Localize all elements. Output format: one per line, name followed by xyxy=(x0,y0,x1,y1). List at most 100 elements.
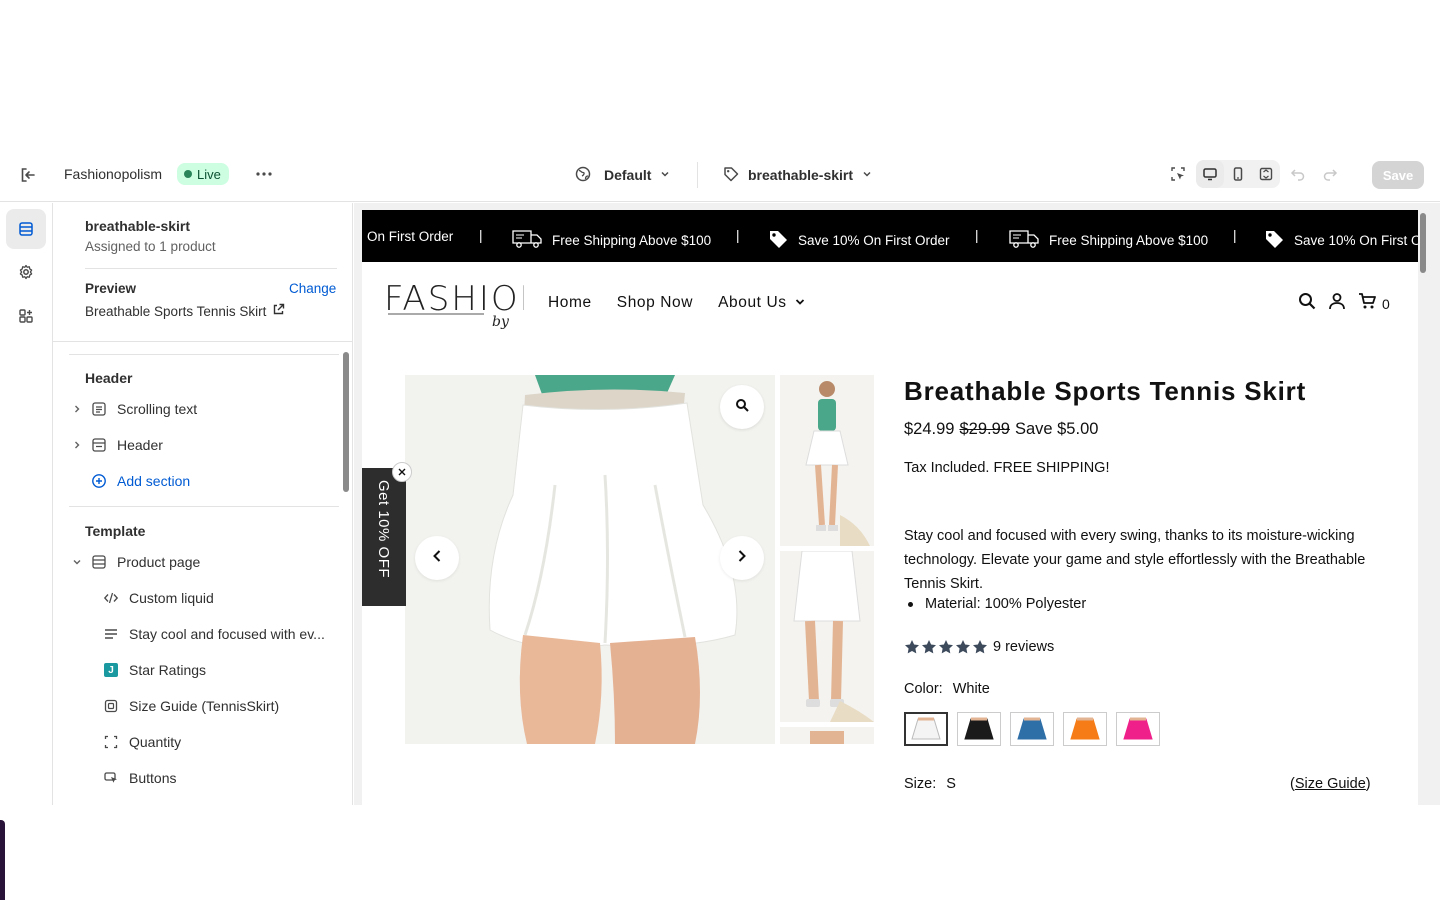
discount-popup-tab[interactable]: Get 10% OFF xyxy=(362,462,412,606)
preview-product-name: Breathable Sports Tennis Skirt xyxy=(85,303,267,319)
star-rating[interactable]: 9 reviews xyxy=(904,639,1054,655)
size-guide-label: Size Guide xyxy=(1294,776,1366,792)
external-link-icon xyxy=(272,303,285,319)
add-section-label: Add section xyxy=(117,473,191,489)
nav-home[interactable]: Home xyxy=(548,294,592,312)
store-logo[interactable]: FASHION by xyxy=(384,278,545,330)
preview-product-link[interactable]: Breathable Sports Tennis Skirt xyxy=(85,303,285,319)
block-quantity[interactable]: Quantity xyxy=(101,727,341,757)
window-edge xyxy=(0,820,5,900)
preview-label: Preview xyxy=(85,281,137,296)
sections-list[interactable]: Header Scrolling text Header Add section… xyxy=(53,341,352,805)
product-description: Stay cool and focused with every swing, … xyxy=(904,528,1366,592)
separator: | xyxy=(975,228,979,243)
size-label: Size: xyxy=(904,776,937,792)
paren: ) xyxy=(1365,776,1371,792)
block-buttons[interactable]: Buttons xyxy=(101,763,341,793)
section-header[interactable]: Header xyxy=(69,430,339,460)
block-label: Quantity xyxy=(129,734,182,750)
editor-rail xyxy=(0,203,53,805)
settings-icon[interactable] xyxy=(6,252,46,292)
star-icon xyxy=(956,640,970,654)
main-nav: Home Shop Now About Us xyxy=(548,294,805,312)
redo-icon[interactable] xyxy=(1316,160,1344,188)
announcement-item[interactable]: Free Shipping Above $100 xyxy=(1009,229,1208,252)
product-section-icon xyxy=(89,552,109,572)
announcement-text: Save 10% On First O xyxy=(1294,233,1418,248)
color-swatch[interactable] xyxy=(904,712,948,746)
color-swatches xyxy=(904,712,1160,746)
block-label: Stay cool and focused with ev... xyxy=(129,626,325,642)
block-custom-liquid[interactable]: Custom liquid xyxy=(101,583,341,613)
fullscreen-icon[interactable] xyxy=(1252,160,1280,188)
quantity-icon xyxy=(101,732,121,752)
chevron-down-icon[interactable] xyxy=(69,554,85,570)
thumbnail-image[interactable] xyxy=(780,375,874,546)
announcement-item[interactable]: Save 10% On First O xyxy=(1264,229,1418,252)
search-icon[interactable] xyxy=(1298,292,1316,315)
color-swatch[interactable] xyxy=(1010,712,1054,746)
block-text[interactable]: Stay cool and focused with ev... xyxy=(101,619,341,649)
desktop-icon[interactable] xyxy=(1196,160,1224,188)
block-size-guide[interactable]: Size Guide (TennisSkirt) xyxy=(101,691,341,721)
color-swatch[interactable] xyxy=(1116,712,1160,746)
chevron-down-icon xyxy=(659,167,671,183)
next-image-button[interactable] xyxy=(720,536,764,580)
sidebar-scrollbar[interactable] xyxy=(343,352,349,492)
size-value: S xyxy=(946,776,956,792)
zoom-icon xyxy=(735,398,749,417)
block-label: Star Ratings xyxy=(129,662,207,678)
template-select[interactable]: breathable-skirt xyxy=(722,162,873,188)
undo-icon[interactable] xyxy=(1284,160,1312,188)
save-button[interactable]: Save xyxy=(1372,161,1424,189)
mobile-icon[interactable] xyxy=(1224,160,1252,188)
cart-icon[interactable] xyxy=(1358,292,1376,315)
block-star-ratings[interactable]: J Star Ratings xyxy=(101,655,341,685)
exit-icon[interactable] xyxy=(16,163,40,187)
divider xyxy=(697,162,698,188)
live-label: Live xyxy=(197,166,221,182)
block-label: Buttons xyxy=(129,770,177,786)
zoom-button[interactable] xyxy=(720,385,764,429)
thumbnail-image[interactable] xyxy=(780,551,874,722)
reviews-link[interactable]: 9 reviews xyxy=(993,639,1054,655)
chevron-right-icon[interactable] xyxy=(69,437,85,453)
announcement-item[interactable]: On First Order xyxy=(367,229,453,244)
preview-scrollbar[interactable] xyxy=(1420,213,1426,273)
divider xyxy=(69,354,339,355)
more-options-icon[interactable] xyxy=(252,162,276,186)
size-guide-link[interactable]: (Size Guide) xyxy=(1290,776,1371,792)
announcement-text: Free Shipping Above $100 xyxy=(1049,233,1209,248)
apps-icon[interactable] xyxy=(6,296,46,336)
close-icon[interactable] xyxy=(392,462,412,482)
color-swatch[interactable] xyxy=(957,712,1001,746)
announcement-item[interactable]: Free Shipping Above $100 xyxy=(512,229,711,252)
prev-image-button[interactable] xyxy=(415,536,459,580)
thumbnail-image[interactable] xyxy=(780,727,874,744)
section-scrolling-text[interactable]: Scrolling text xyxy=(69,394,339,424)
chevron-right-icon[interactable] xyxy=(69,401,85,417)
savings: Save $5.00 xyxy=(1014,420,1099,438)
cart-count[interactable]: 0 xyxy=(1382,296,1390,312)
chevron-down-icon xyxy=(795,294,805,312)
store-header: FASHION by Home Shop Now About Us 0 xyxy=(362,262,1418,344)
product-main-image[interactable] xyxy=(405,375,775,744)
account-icon[interactable] xyxy=(1328,292,1346,315)
inspector-icon[interactable] xyxy=(1164,160,1192,188)
section-product-page[interactable]: Product page xyxy=(69,547,339,577)
app-block-icon xyxy=(101,696,121,716)
tag-icon xyxy=(722,165,740,186)
color-swatch[interactable] xyxy=(1063,712,1107,746)
theme-select[interactable]: Default xyxy=(574,162,671,188)
change-preview-link[interactable]: Change xyxy=(289,281,336,296)
nav-about-us[interactable]: About Us xyxy=(718,294,805,312)
announcement-item[interactable]: Save 10% On First Order xyxy=(768,229,950,252)
add-section-button[interactable]: Add section xyxy=(69,466,339,496)
nav-shop-now[interactable]: Shop Now xyxy=(617,294,693,312)
judgeme-icon: J xyxy=(101,660,121,680)
template-select-label: breathable-skirt xyxy=(748,167,854,183)
sections-icon[interactable] xyxy=(6,209,46,249)
skirt-icon xyxy=(964,717,994,740)
color-label: Color: xyxy=(904,681,943,697)
